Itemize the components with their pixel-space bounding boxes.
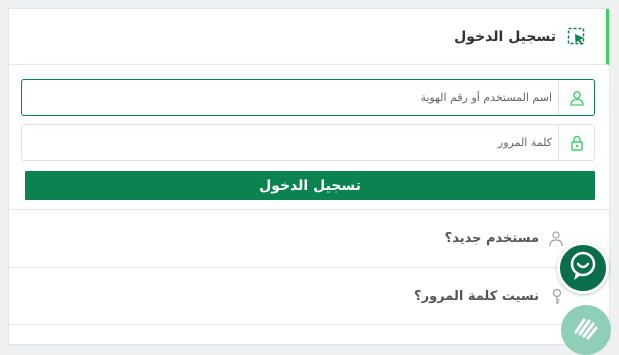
sign-language-button[interactable] xyxy=(561,305,611,355)
new-user-label: مستخدم جديد؟ xyxy=(444,231,539,246)
page-title: تسجيل الدخول xyxy=(454,28,556,45)
login-button[interactable]: تسجيل الدخول xyxy=(25,171,595,200)
username-field[interactable] xyxy=(21,79,595,116)
user-icon xyxy=(558,80,594,115)
login-card: تسجيل الدخول تسجيل الدخول م xyxy=(8,8,610,345)
password-input[interactable] xyxy=(22,125,558,160)
lock-icon xyxy=(558,125,594,160)
forgot-password-link[interactable]: نسيت كلمة المرور؟ xyxy=(9,267,609,325)
forgot-password-label: نسيت كلمة المرور؟ xyxy=(414,288,539,304)
chat-support-button[interactable] xyxy=(557,242,609,294)
key-icon xyxy=(547,286,567,306)
sign-language-icon xyxy=(570,312,602,348)
password-field[interactable] xyxy=(21,124,595,161)
login-header: تسجيل الدخول xyxy=(9,9,609,65)
new-user-link[interactable]: مستخدم جديد؟ xyxy=(9,209,609,267)
chat-icon xyxy=(566,249,600,287)
cursor-select-icon xyxy=(566,26,588,48)
add-user-icon xyxy=(547,229,567,249)
username-input[interactable] xyxy=(22,80,558,115)
